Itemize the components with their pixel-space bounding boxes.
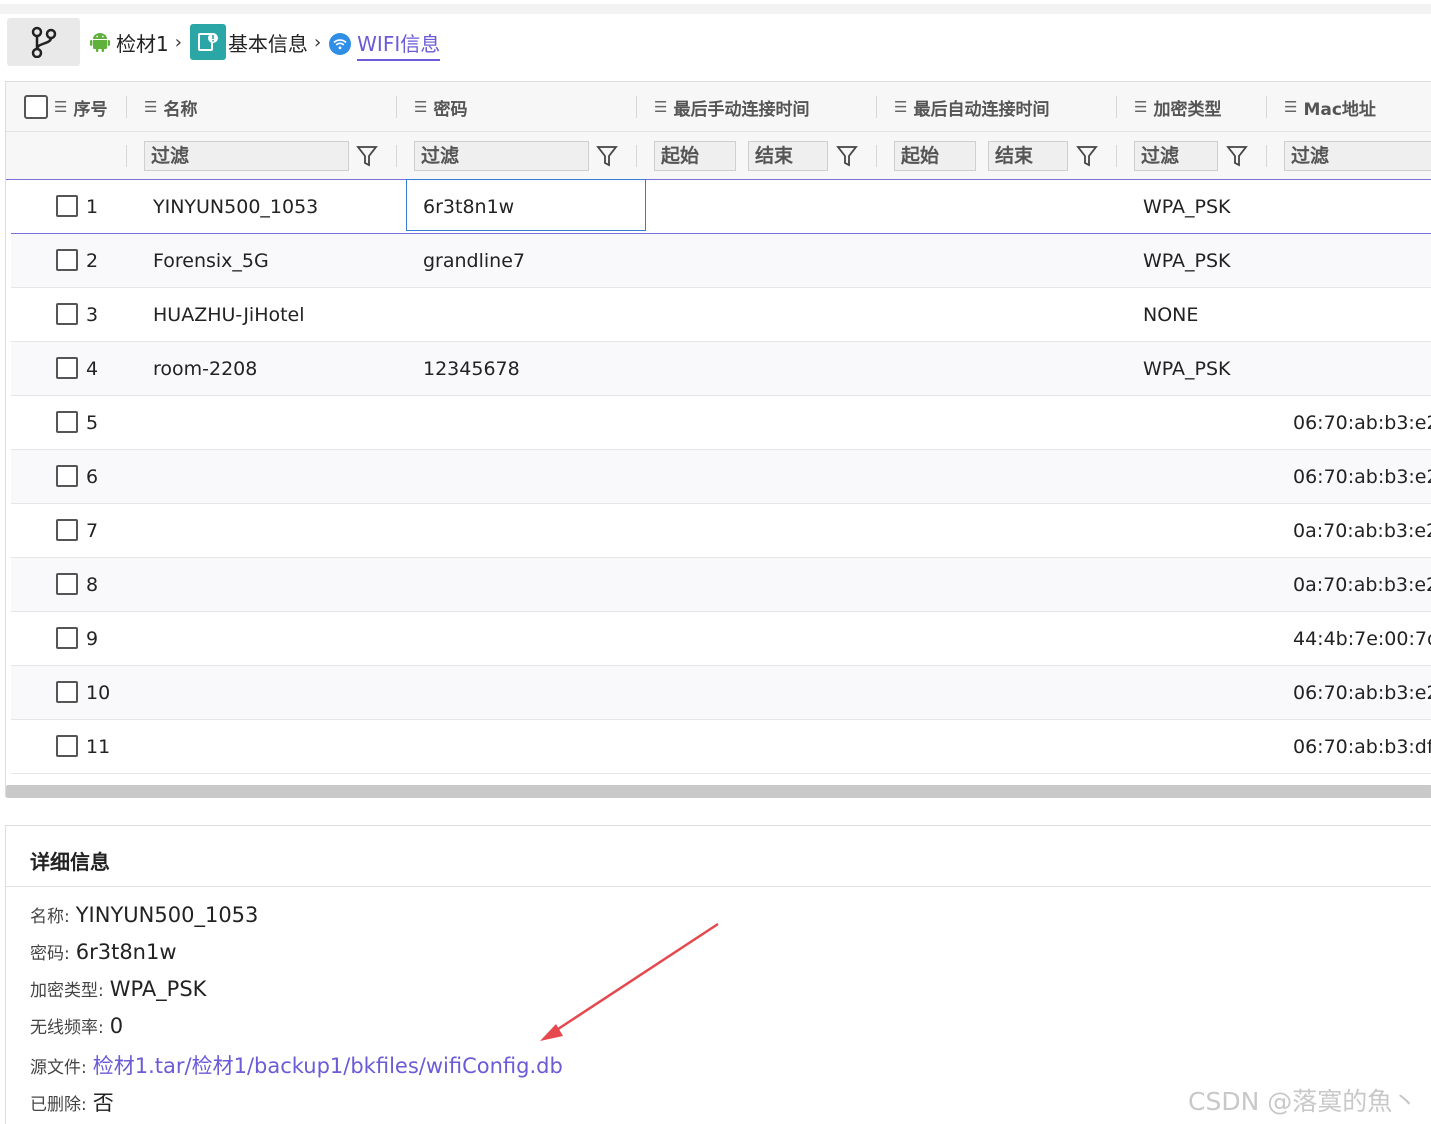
watermark: CSDN @落寞的魚丶 (1188, 1087, 1418, 1116)
annotation-arrow (540, 922, 719, 1041)
